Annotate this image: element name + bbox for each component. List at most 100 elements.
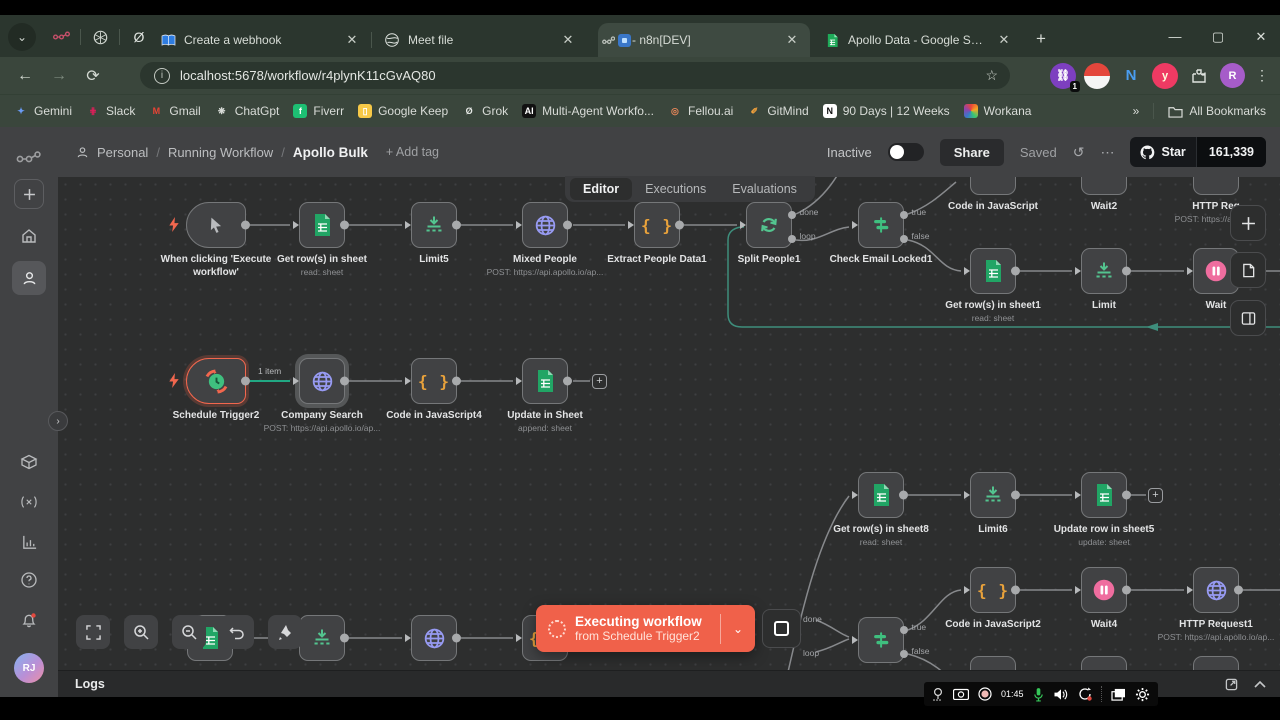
node-output[interactable]: [451, 376, 461, 386]
fit-view-button[interactable]: [76, 615, 110, 649]
add-workflow-button[interactable]: [14, 179, 44, 209]
browser-tab[interactable]: Apollo Data - Google Sheets ✕: [814, 23, 1022, 57]
node-input[interactable]: [1075, 586, 1081, 594]
github-star-widget[interactable]: Star 161,339: [1130, 137, 1266, 167]
extension-n-icon[interactable]: N: [1118, 63, 1144, 89]
tab-close-icon[interactable]: ✕: [560, 32, 576, 48]
microphone-icon[interactable]: [1033, 687, 1044, 702]
node-input[interactable]: [405, 634, 411, 642]
expand-logs-chevron-icon[interactable]: [1254, 680, 1266, 688]
sidebar-expand-button[interactable]: ›: [48, 411, 68, 431]
workflow-node-get-rows-in-sheet8[interactable]: [852, 472, 908, 518]
workflow-node-limit6[interactable]: [964, 472, 1020, 518]
workflow-menu-icon[interactable]: ⋯: [1100, 144, 1114, 161]
node-output[interactable]: [1121, 585, 1131, 595]
sticky-note-button[interactable]: [1230, 252, 1266, 288]
workflow-node-limit[interactable]: [1075, 248, 1131, 294]
tidy-up-button[interactable]: [268, 615, 302, 649]
workflow-node-code-in-javascript4[interactable]: { }: [405, 358, 461, 404]
browser-tab[interactable]: - n8n[DEV] ✕: [598, 23, 810, 57]
workflow-node-check-email-locked1[interactable]: true false: [852, 202, 929, 248]
bookmark-item[interactable]: ⋕ Slack: [86, 104, 135, 118]
pinned-tab-chatgpt-icon[interactable]: [81, 25, 119, 49]
workflow-node-partial[interactable]: [970, 177, 1016, 195]
templates-icon[interactable]: [12, 445, 46, 479]
node-output[interactable]: [240, 376, 250, 386]
insights-icon[interactable]: [12, 525, 46, 559]
personal-projects-icon[interactable]: [12, 261, 46, 295]
share-button[interactable]: Share: [939, 138, 1004, 166]
browser-tab[interactable]: Meet file ✕: [374, 23, 586, 57]
tab-evaluations[interactable]: Evaluations: [719, 178, 810, 200]
node-output[interactable]: [451, 633, 461, 643]
node-input[interactable]: [628, 221, 634, 229]
executing-workflow-toast[interactable]: Executing workflow from Schedule Trigger…: [536, 605, 755, 652]
bookmark-item[interactable]: AI Multi-Agent Workfo...: [522, 104, 654, 118]
variables-icon[interactable]: [12, 485, 46, 519]
node-input[interactable]: [964, 586, 970, 594]
tab-close-icon[interactable]: ✕: [344, 32, 360, 48]
zoom-in-button[interactable]: [124, 615, 158, 649]
zoom-out-button[interactable]: [172, 615, 206, 649]
bookmark-item[interactable]: M Gmail: [149, 104, 201, 118]
bookmark-item[interactable]: ✐ GitMind: [747, 104, 809, 118]
extension-pokeball-icon[interactable]: [1084, 62, 1110, 89]
popout-icon[interactable]: [1225, 678, 1238, 691]
bookmark-item[interactable]: ▯ Google Keep: [358, 104, 448, 118]
workflow-node-partial[interactable]: [970, 656, 1016, 670]
breadcrumb-folder[interactable]: Running Workflow: [168, 145, 273, 160]
workflow-node-get-rows-in-sheet[interactable]: [293, 202, 349, 248]
node-input[interactable]: [740, 221, 746, 229]
back-button[interactable]: ←: [8, 67, 42, 85]
node-input[interactable]: [516, 634, 522, 642]
node-output[interactable]: [562, 220, 572, 230]
split-panel-button[interactable]: [1230, 300, 1266, 336]
tab-editor[interactable]: Editor: [570, 178, 633, 200]
extension-chain-icon[interactable]: ⛓ 1: [1050, 62, 1080, 92]
node-input[interactable]: [964, 267, 970, 275]
workflow-node-split-people1[interactable]: done loop: [740, 202, 818, 248]
node-input[interactable]: [405, 221, 411, 229]
node-output-done[interactable]: done: [787, 207, 818, 219]
bookmark-item[interactable]: ◎ Fellou.ai: [668, 104, 733, 118]
bookmark-item[interactable]: Ø Grok: [462, 104, 509, 118]
node-output[interactable]: [451, 220, 461, 230]
workflow-node-schedule-trigger2[interactable]: [186, 358, 250, 404]
node-input[interactable]: [405, 377, 411, 385]
bookmark-item[interactable]: Workana: [963, 104, 1031, 118]
node-output-true[interactable]: true: [899, 622, 926, 634]
node-output[interactable]: [339, 633, 349, 643]
undo-button[interactable]: [220, 615, 254, 649]
pinned-tab-n8n-icon[interactable]: [42, 25, 80, 49]
node-output[interactable]: [1010, 266, 1020, 276]
new-tab-button[interactable]: +: [1036, 29, 1046, 49]
node-input[interactable]: [1075, 491, 1081, 499]
node-input[interactable]: [852, 221, 858, 229]
bookmark-item[interactable]: N 90 Days | 12 Weeks: [822, 104, 950, 118]
workflow-node-mixed-people[interactable]: [516, 202, 572, 248]
workflow-node-company-search[interactable]: [293, 358, 349, 404]
extension-y-icon[interactable]: y: [1152, 62, 1178, 89]
notifications-bell-icon[interactable]: [12, 603, 46, 637]
workflow-node-get-rows-in-sheet1[interactable]: [964, 248, 1020, 294]
node-output-loop[interactable]: loop: [787, 231, 816, 243]
workflow-node-code-in-javascript2[interactable]: { }: [964, 567, 1020, 613]
workflow-node-limit5[interactable]: [405, 202, 461, 248]
workflow-name[interactable]: Apollo Bulk: [293, 145, 368, 160]
add-tag-button[interactable]: + Add tag: [386, 145, 439, 159]
address-bar[interactable]: i localhost:5678/workflow/r4plynK11cGvAQ…: [140, 62, 1010, 89]
node-output[interactable]: [1010, 585, 1020, 595]
reload-button[interactable]: ⟳: [76, 66, 110, 86]
node-output[interactable]: [240, 220, 250, 230]
node-output-false[interactable]: false: [899, 231, 929, 243]
tab-executions[interactable]: Executions: [632, 178, 719, 200]
extensions-puzzle-icon[interactable]: [1186, 63, 1212, 89]
workflow-node-partial[interactable]: [1193, 177, 1239, 195]
workflow-node-http-request1[interactable]: [1187, 567, 1243, 613]
window-maximize-button[interactable]: ▢: [1203, 29, 1233, 45]
camera-icon[interactable]: [953, 688, 969, 700]
profile-avatar[interactable]: R: [1220, 63, 1245, 88]
tab-close-icon[interactable]: ✕: [784, 32, 800, 48]
workflow-node-wait4[interactable]: [1075, 567, 1131, 613]
workflow-node-update-in-sheet[interactable]: [516, 358, 572, 404]
